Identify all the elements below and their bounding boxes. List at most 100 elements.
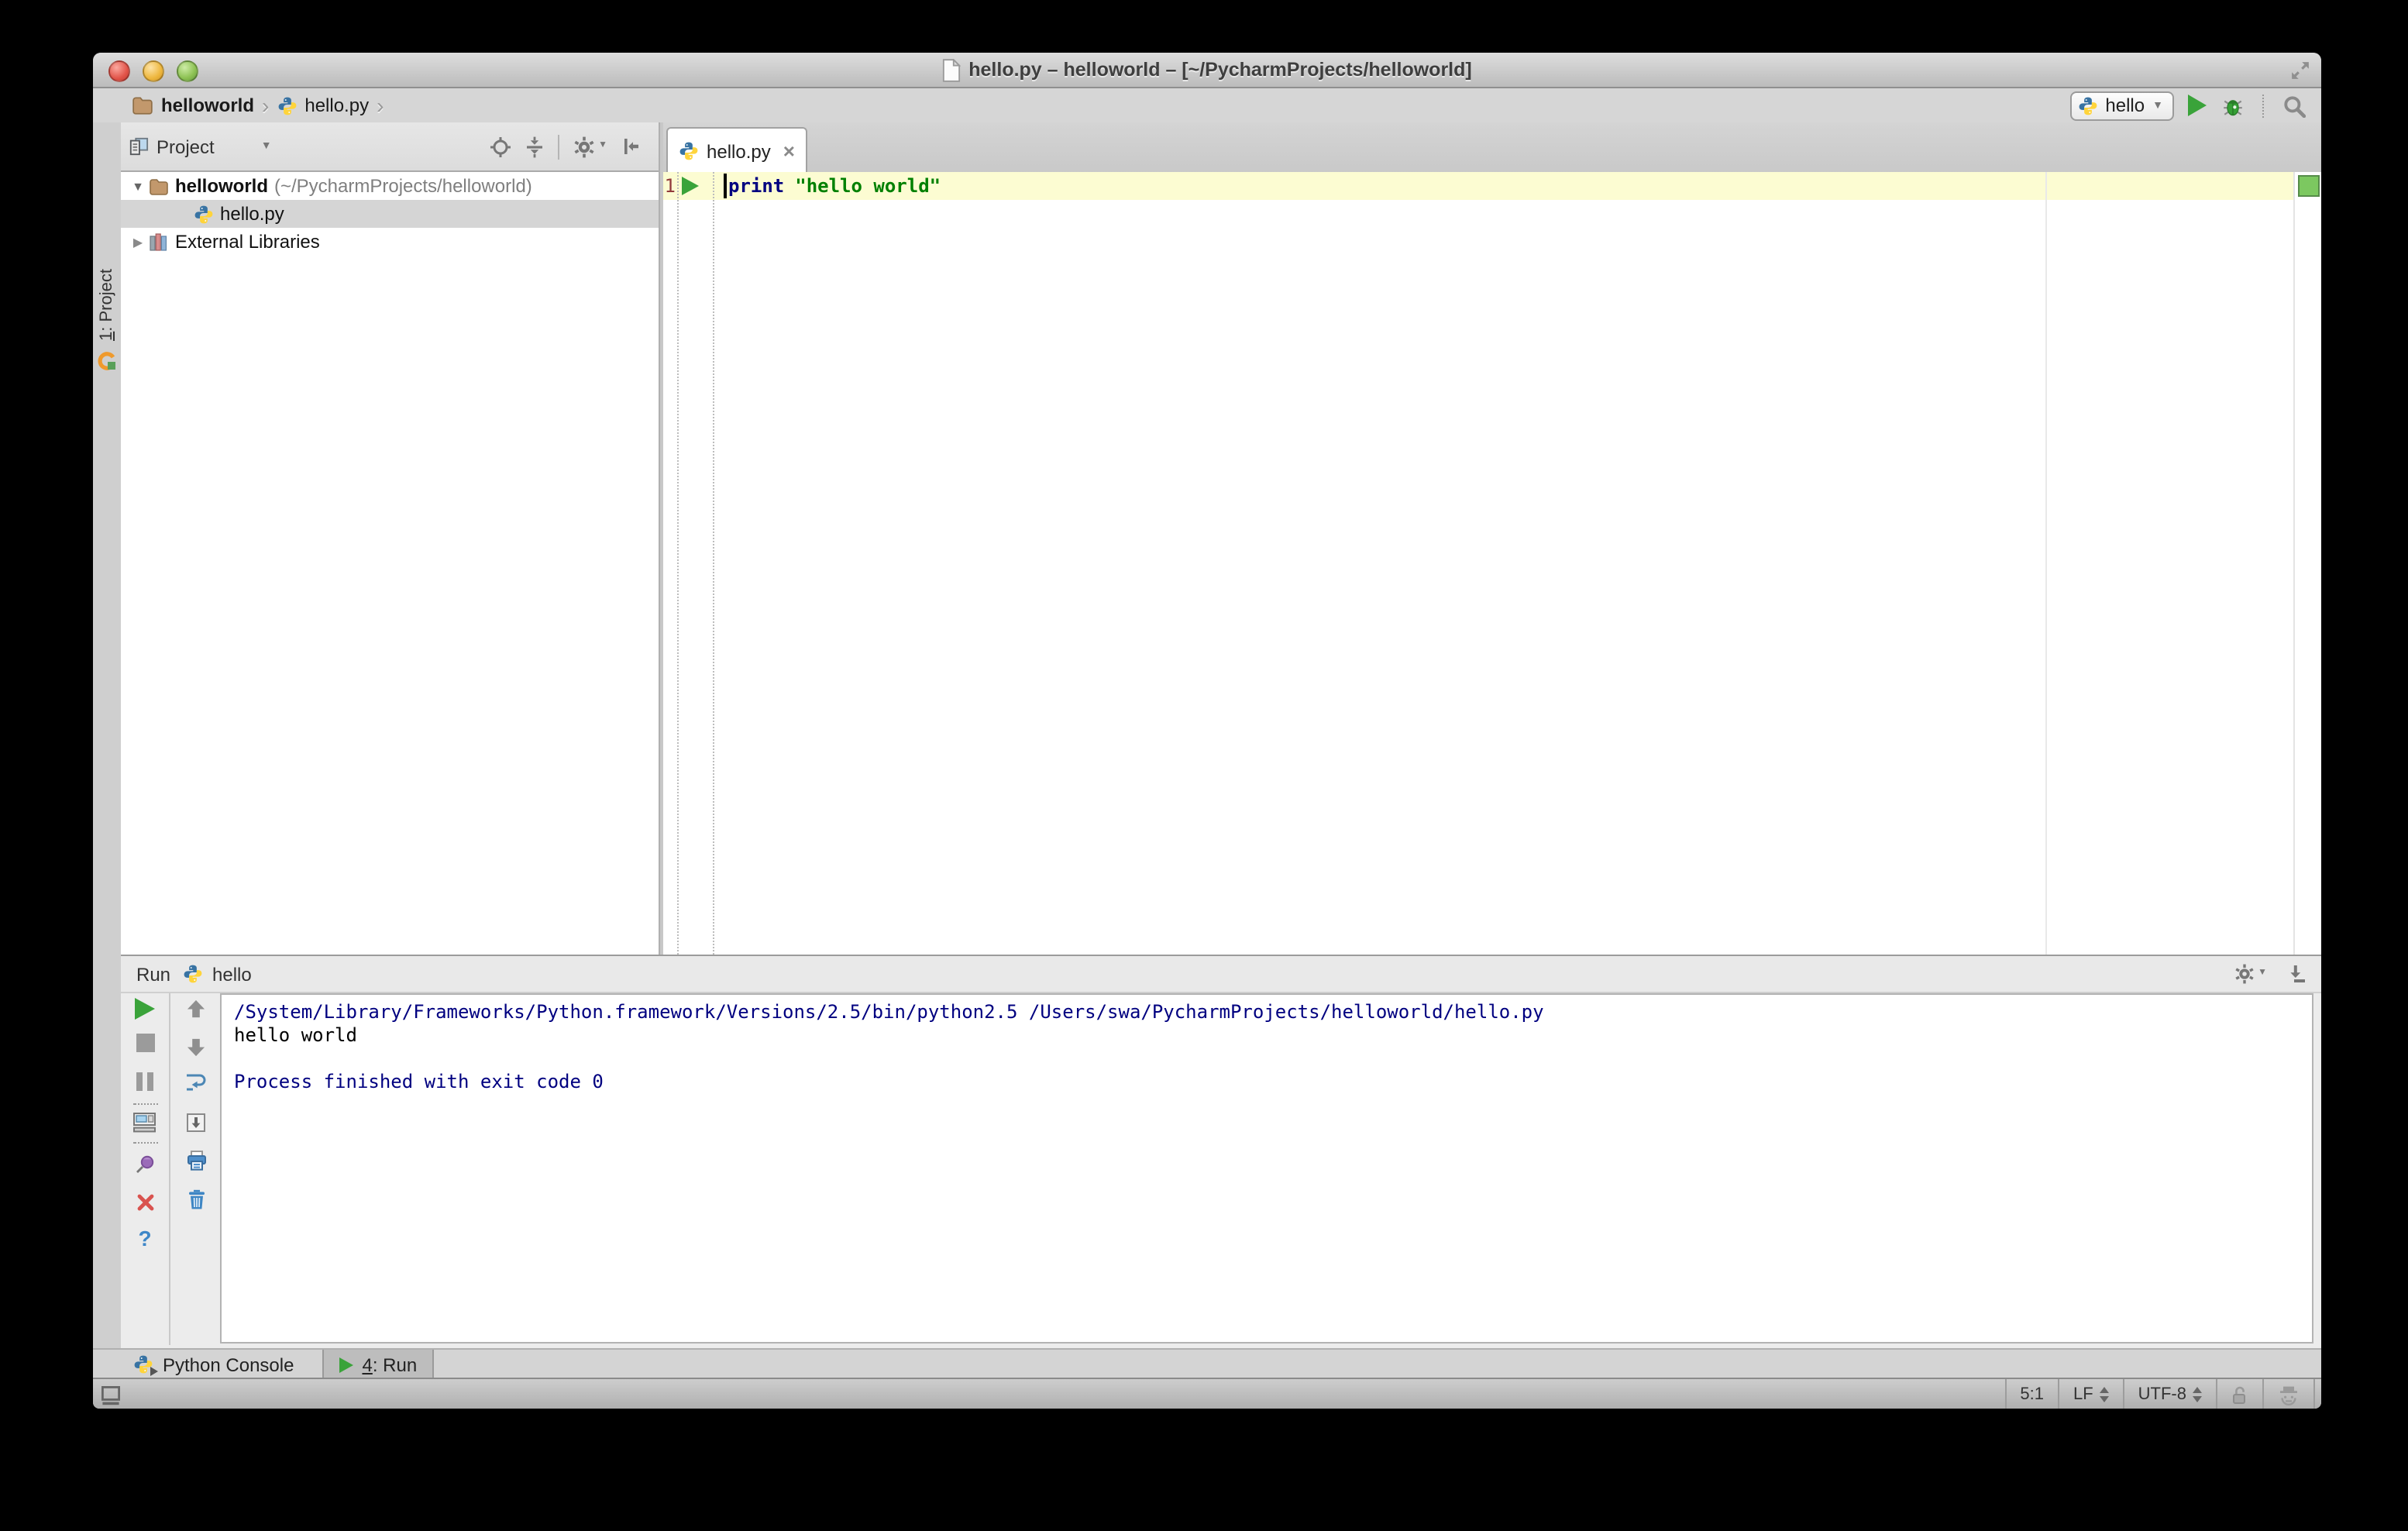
gutter-separator: [677, 172, 679, 955]
status-bar: 5:1 LF UTF-8: [93, 1378, 2321, 1409]
zoom-window-button[interactable]: [177, 60, 198, 82]
run-button[interactable]: [2188, 95, 2207, 116]
stop-button[interactable]: [129, 1034, 160, 1052]
project-toolwindow-button[interactable]: 1: Project: [98, 269, 116, 341]
show-console-layout-button[interactable]: [129, 1113, 160, 1133]
debug-bug-icon[interactable]: [2221, 94, 2245, 117]
tree-collapsed-icon[interactable]: ▶: [130, 235, 146, 249]
next-occurrence-button[interactable]: [181, 1038, 212, 1057]
traffic-lights: [108, 60, 198, 82]
project-panel-header[interactable]: Project ▼ ▼: [121, 122, 659, 172]
code-line: print "hello world": [728, 174, 941, 198]
breadcrumb-file[interactable]: hello.py: [304, 95, 369, 116]
chevron-right-icon: ›: [262, 93, 270, 118]
pin-icon: [136, 1155, 154, 1173]
soft-wrap-icon: [187, 1074, 206, 1091]
gutter-separator: [713, 172, 714, 955]
main-area: Project ▼ ▼ ▼ helloworld (~/PycharmProje…: [121, 122, 2321, 955]
toolbar-separator: [132, 1142, 157, 1144]
run-toolbar: hello ▼: [2069, 91, 2306, 120]
hector-inspector-icon: [2280, 1385, 2297, 1405]
down-arrow-icon: [187, 1038, 205, 1057]
editor-pane[interactable]: 1 print "hello world": [663, 172, 2321, 955]
console-stdout-line: hello world: [234, 1024, 357, 1046]
hide-toolwindow-icon[interactable]: [2286, 964, 2306, 984]
locate-crosshair-icon[interactable]: [490, 136, 511, 157]
fullscreen-resize-icon[interactable]: [2289, 59, 2312, 82]
chevron-right-icon: ›: [377, 93, 384, 118]
libraries-icon: [149, 232, 169, 251]
print-button[interactable]: [181, 1150, 212, 1171]
tab-hello-py[interactable]: hello.py ×: [666, 127, 807, 174]
right-margin-guide: [2045, 172, 2047, 955]
python-file-icon: [679, 141, 699, 161]
gear-menu[interactable]: ▼: [2234, 964, 2267, 984]
tree-expanded-icon[interactable]: ▼: [130, 179, 146, 193]
project-panel-toolbar: ▼: [490, 134, 640, 159]
project-tree: ▼ helloworld (~/PycharmProjects/hellowor…: [121, 172, 659, 955]
highlighting-level-widget[interactable]: [2262, 1379, 2315, 1409]
toolwindow-toggle-button[interactable]: [101, 1385, 122, 1405]
inspection-status-ok[interactable]: [2298, 175, 2320, 197]
prev-occurrence-button[interactable]: [181, 999, 212, 1018]
soft-wrap-button[interactable]: [181, 1071, 212, 1092]
rerun-button[interactable]: [129, 998, 160, 1020]
updown-arrows-icon: [2099, 1387, 2109, 1402]
line-number[interactable]: 1: [663, 175, 676, 197]
editor-tab-bar: hello.py ×: [663, 122, 2321, 174]
help-button[interactable]: ?: [129, 1226, 160, 1251]
close-icon: [136, 1194, 153, 1211]
updown-arrows-icon: [2193, 1387, 2202, 1402]
scroll-to-end-icon: [187, 1113, 205, 1132]
clear-console-button[interactable]: [181, 1189, 212, 1210]
tree-file-name: hello.py: [220, 203, 284, 225]
close-tab-icon[interactable]: ×: [783, 139, 795, 163]
folder-icon: [149, 177, 169, 194]
window-title: hello.py – helloworld – [~/PycharmProjec…: [968, 59, 1472, 81]
search-icon[interactable]: [2282, 94, 2306, 117]
project-panel-title: Project: [157, 136, 215, 157]
left-tool-stripe: 1: Project: [93, 122, 122, 1348]
console-layout-icon: [133, 1113, 156, 1133]
breadcrumb-project[interactable]: helloworld: [161, 95, 254, 116]
gear-icon: [574, 136, 594, 157]
run-toolwindow-button[interactable]: 4: Run: [322, 1350, 435, 1379]
toolbar-separator: [132, 1103, 157, 1105]
pin-tab-button[interactable]: [129, 1154, 160, 1175]
window-title-group: hello.py – helloworld – [~/PycharmProjec…: [942, 58, 1472, 81]
run-toolwindow: Run hello ▼ ? /System/Library/Frameworks…: [121, 955, 2321, 1350]
run-config-label: hello: [212, 963, 252, 985]
tree-row-project-root[interactable]: ▼ helloworld (~/PycharmProjects/hellowor…: [121, 172, 659, 200]
line-separator-widget[interactable]: LF: [2057, 1379, 2123, 1409]
tree-row-hello-py[interactable]: hello.py: [121, 200, 659, 228]
close-window-button[interactable]: [108, 60, 130, 82]
code-keyword: print: [728, 175, 785, 197]
pycharm-window: hello.py – helloworld – [~/PycharmProjec…: [93, 53, 2321, 1409]
pause-button[interactable]: [129, 1072, 160, 1091]
run-configuration-select[interactable]: hello ▼: [2069, 91, 2174, 120]
minimize-window-button[interactable]: [143, 60, 164, 82]
scroll-to-end-button[interactable]: [181, 1113, 212, 1133]
run-toolwindow-title: Run: [136, 963, 171, 985]
tree-row-external-libraries[interactable]: ▶ External Libraries: [121, 228, 659, 256]
project-panel-icon: [129, 137, 149, 156]
chevron-down-icon[interactable]: ▼: [261, 141, 272, 152]
collapse-all-icon[interactable]: [525, 136, 544, 157]
close-toolwindow-button[interactable]: [129, 1193, 160, 1212]
title-bar[interactable]: hello.py – helloworld – [~/PycharmProjec…: [93, 53, 2321, 88]
console-output[interactable]: /System/Library/Frameworks/Python.framew…: [220, 993, 2313, 1343]
gear-menu[interactable]: ▼: [573, 136, 607, 157]
python-console-toolwindow-button[interactable]: Python Console: [118, 1350, 309, 1379]
tree-libraries-label: External Libraries: [175, 231, 320, 253]
gutter-run-marker-icon[interactable]: [682, 177, 699, 195]
code-string: "hello world": [795, 175, 941, 197]
encoding-widget[interactable]: UTF-8: [2122, 1379, 2216, 1409]
run-toolwindow-header[interactable]: Run hello ▼: [121, 956, 2321, 993]
caret-position-widget[interactable]: 5:1: [2004, 1379, 2058, 1409]
run-toolwindow-toolbar: ▼: [2234, 964, 2306, 984]
readonly-lock-widget[interactable]: [2216, 1379, 2262, 1409]
toolbar-separator: [558, 134, 560, 159]
hide-panel-icon[interactable]: [621, 136, 640, 157]
chevron-down-icon: ▼: [2258, 968, 2267, 978]
